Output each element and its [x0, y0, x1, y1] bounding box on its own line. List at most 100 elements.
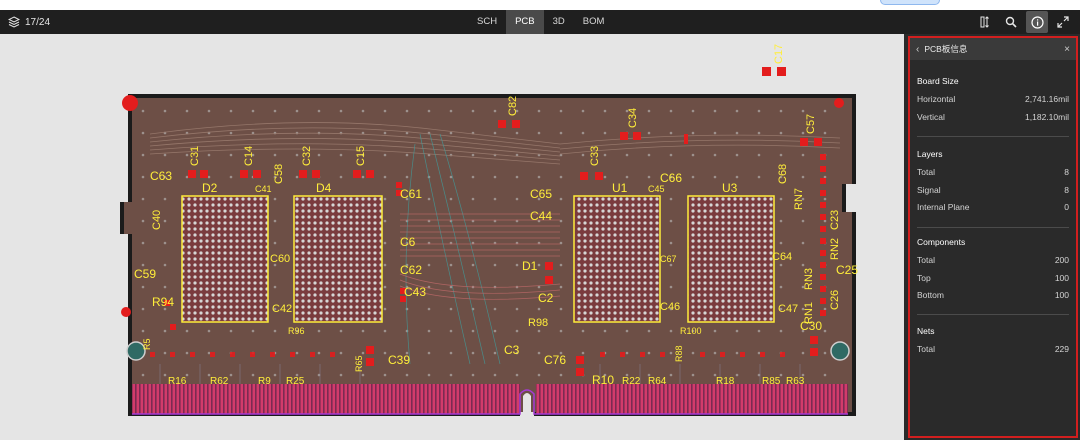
top-tab-hint [880, 0, 940, 5]
ref-label: C60 [270, 253, 290, 265]
ref-label: R88 [674, 345, 684, 362]
tab-sch[interactable]: SCH [468, 10, 506, 34]
ref-label: R96 [288, 326, 305, 336]
toolbar-tools [974, 10, 1074, 34]
chip-d4[interactable]: D4 [293, 181, 383, 323]
pcb-canvas[interactable]: D2 D4 U1 U3 C63 C31 C14 C58 C32 C15 C41 … [0, 34, 904, 440]
layers-indicator[interactable]: 17/24 [8, 15, 50, 29]
close-icon[interactable]: × [1064, 44, 1070, 55]
chip-u3[interactable]: U3 [687, 181, 775, 323]
ref-label: C46 [660, 301, 680, 313]
chip-ref-label: D4 [316, 181, 332, 195]
info-row: Total 200 [917, 255, 1069, 273]
ref-label: C17 [773, 44, 785, 64]
ref-label: C58 [273, 164, 285, 184]
ref-label: RN3 [803, 268, 815, 290]
divider [917, 314, 1069, 315]
ref-label: R63 [786, 376, 805, 387]
ref-label: R22 [622, 376, 641, 387]
info-value: 8 [1064, 167, 1069, 177]
section-heading: Layers [917, 149, 943, 159]
info-label: Internal Plane [917, 202, 970, 212]
ref-label: R94 [152, 295, 174, 309]
ref-label: C82 [507, 96, 519, 116]
view-tabs: SCH PCB 3D BOM [468, 10, 613, 34]
ref-label: R65 [354, 355, 364, 372]
info-row: Total 8 [917, 167, 1069, 185]
ref-label: R64 [648, 376, 667, 387]
info-label: Total [917, 344, 935, 354]
ref-label: C59 [134, 267, 156, 281]
tab-3d[interactable]: 3D [544, 10, 574, 34]
layers-section: Layers Total 8 Signal 8 Internal Plane 0 [917, 149, 1069, 220]
pcb-render: D2 D4 U1 U3 C63 C31 C14 C58 C32 C15 C41 … [120, 44, 858, 416]
mount-hole [121, 307, 131, 317]
search-button[interactable] [1000, 11, 1022, 33]
info-row: Vertical 1,182.10mil [917, 112, 1069, 130]
ref-label: C44 [530, 209, 552, 223]
ref-label: C43 [404, 285, 426, 299]
info-row: Total 229 [917, 344, 1069, 362]
chip-u1[interactable]: U1 [573, 181, 661, 323]
ref-label: R85 [762, 376, 781, 387]
nets-section: Nets Total 229 [917, 326, 1069, 362]
info-value: 0 [1064, 202, 1069, 212]
measure-icon [980, 16, 989, 28]
section-heading: Nets [917, 326, 935, 336]
info-label: Top [917, 272, 931, 283]
tab-bom[interactable]: BOM [574, 10, 614, 34]
info-row: Horizontal 2,741.16mil [917, 94, 1069, 112]
ref-label: C32 [301, 146, 313, 166]
ref-label: C66 [660, 171, 682, 185]
chip-d2[interactable]: D2 [181, 181, 269, 323]
ref-label: C65 [530, 187, 552, 201]
back-icon[interactable]: ‹ [916, 44, 919, 55]
info-row: Internal Plane 0 [917, 202, 1069, 220]
ref-label: R62 [210, 376, 229, 387]
divider [917, 227, 1069, 228]
ref-label: RN7 [793, 188, 805, 210]
info-label: Horizontal [917, 94, 956, 104]
page-counter: 17/24 [25, 16, 51, 28]
ref-label: C42 [272, 303, 292, 315]
ref-label: C64 [772, 251, 792, 263]
info-row: Bottom 100 [917, 290, 1069, 308]
ref-label: C14 [243, 146, 255, 166]
info-label: Total [917, 255, 935, 265]
divider [917, 136, 1069, 137]
tab-pcb[interactable]: PCB [506, 10, 544, 34]
chip-ref-label: U1 [612, 181, 628, 195]
ref-label: R5 [142, 338, 152, 350]
panel-highlight-frame: ‹ PCB板信息 × Board Size Horizontal 2,741.1… [908, 36, 1078, 438]
expand-icon [1057, 16, 1069, 28]
viewer-toolbar: 17/24 SCH PCB 3D BOM [0, 10, 1080, 34]
ref-label: C68 [777, 164, 789, 184]
info-value: 100 [1054, 272, 1069, 283]
mount-hole [834, 98, 844, 108]
measure-button[interactable] [974, 11, 996, 33]
chip-ref-label: U3 [722, 181, 738, 195]
ref-label: R98 [528, 317, 548, 329]
fullscreen-button[interactable] [1052, 11, 1074, 33]
ref-label: C76 [544, 353, 566, 367]
info-row: Top 100 [917, 273, 1069, 291]
ref-label: C31 [189, 146, 201, 166]
chip-ref-label: D2 [202, 181, 218, 195]
ref-label: C57 [805, 114, 817, 134]
ref-label: C45 [648, 184, 665, 194]
mount-hole [122, 95, 138, 111]
ref-label: C15 [355, 146, 367, 166]
board-size-section: Board Size Horizontal 2,741.16mil Vertic… [917, 76, 1069, 129]
search-icon [1005, 16, 1017, 28]
ref-label: C39 [388, 353, 410, 367]
info-button[interactable] [1026, 11, 1048, 33]
ref-label: RN2 [829, 238, 841, 260]
info-value: 1,182.10mil [1025, 111, 1069, 122]
edge-connector-left [132, 384, 520, 414]
ref-label: C33 [589, 146, 601, 166]
mount-hole [830, 341, 850, 361]
ref-label: D1 [522, 259, 538, 273]
layers-icon [8, 16, 20, 28]
ref-label: R18 [716, 376, 735, 387]
info-row: Signal 8 [917, 185, 1069, 203]
